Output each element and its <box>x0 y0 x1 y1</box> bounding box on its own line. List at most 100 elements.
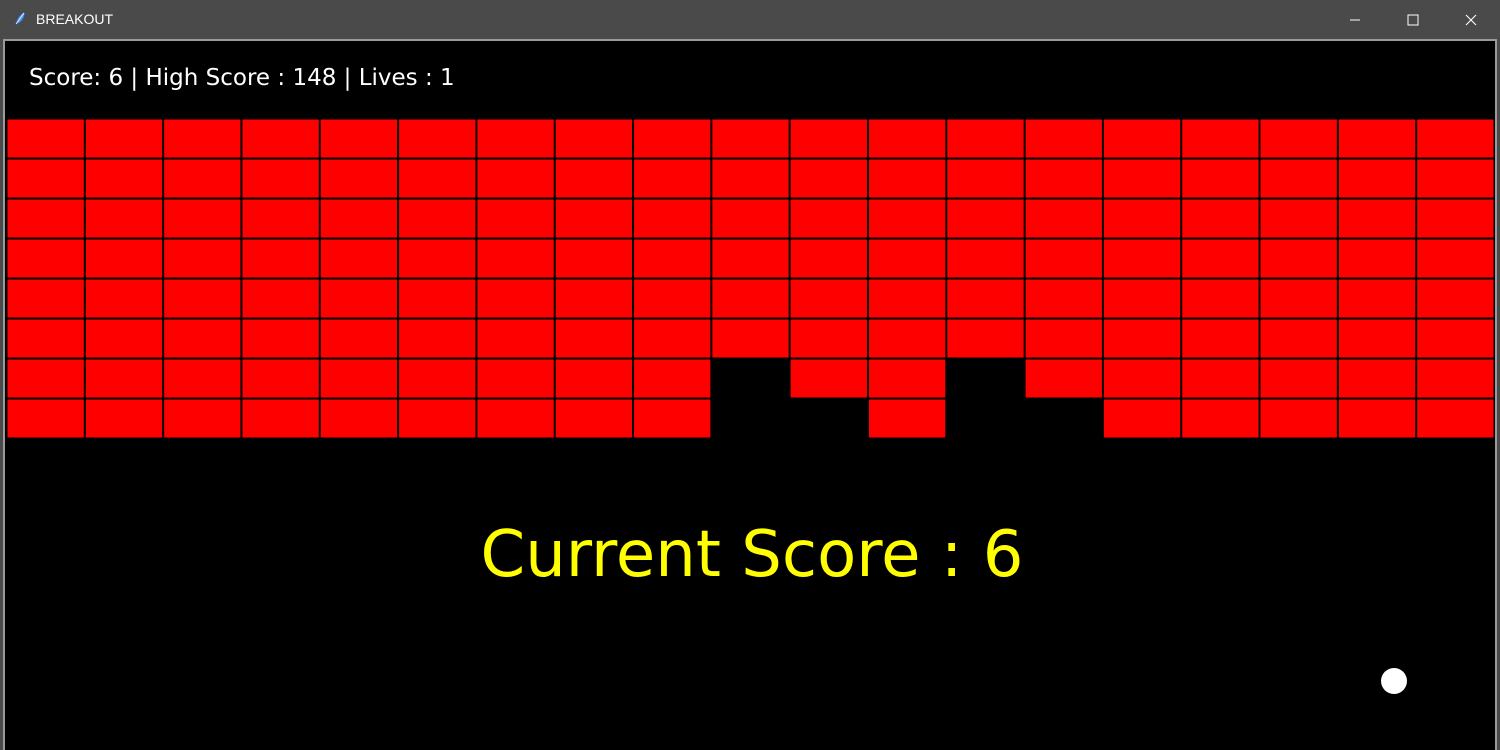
brick <box>163 398 242 439</box>
brick <box>398 398 477 439</box>
brick <box>711 318 790 359</box>
brick <box>554 118 634 159</box>
brick <box>1337 358 1417 399</box>
brick <box>633 358 712 399</box>
brick <box>319 398 399 439</box>
brick <box>946 158 1025 199</box>
brick <box>476 278 555 319</box>
brick <box>1416 398 1495 439</box>
maximize-button[interactable] <box>1384 0 1442 39</box>
brick <box>241 238 320 279</box>
brick <box>241 318 320 359</box>
brick <box>398 318 477 359</box>
brick <box>633 238 712 279</box>
brick <box>1102 118 1182 159</box>
brick <box>946 278 1025 319</box>
brick-wall <box>6 118 1495 439</box>
brick <box>319 238 399 279</box>
brick <box>867 238 947 279</box>
game-canvas[interactable]: Score: 6 | High Score : 148 | Lives : 1 … <box>3 39 1497 750</box>
brick <box>398 358 477 399</box>
brick <box>711 118 790 159</box>
brick <box>1259 198 1338 239</box>
brick <box>946 198 1025 239</box>
brick <box>633 398 712 439</box>
brick <box>789 198 868 239</box>
brick <box>398 238 477 279</box>
brick <box>1416 278 1495 319</box>
title-bar[interactable]: BREAKOUT <box>0 0 1500 39</box>
brick <box>6 318 85 359</box>
brick <box>711 238 790 279</box>
brick <box>163 118 242 159</box>
brick <box>711 158 790 199</box>
brick <box>84 118 164 159</box>
minimize-icon <box>1350 19 1360 20</box>
brick <box>554 278 634 319</box>
brick <box>633 278 712 319</box>
brick <box>476 198 555 239</box>
brick <box>867 278 947 319</box>
brick <box>84 158 164 199</box>
brick <box>1024 118 1103 159</box>
brick <box>554 238 634 279</box>
brick <box>1259 398 1338 439</box>
brick <box>1102 318 1182 359</box>
brick <box>1416 198 1495 239</box>
brick <box>789 238 868 279</box>
brick <box>554 158 634 199</box>
brick <box>1337 238 1417 279</box>
brick <box>1102 198 1182 239</box>
brick <box>789 358 868 399</box>
brick <box>946 118 1025 159</box>
brick <box>241 198 320 239</box>
brick <box>1102 278 1182 319</box>
brick <box>789 318 868 359</box>
brick <box>84 318 164 359</box>
brick <box>867 398 947 439</box>
brick <box>554 358 634 399</box>
close-icon <box>1465 14 1477 25</box>
minimize-button[interactable] <box>1326 0 1384 39</box>
game-window: BREAKOUT Score: 6 | High Score : 148 | L… <box>0 0 1500 750</box>
brick <box>319 158 399 199</box>
brick <box>476 398 555 439</box>
brick <box>1259 318 1338 359</box>
brick <box>1259 278 1338 319</box>
brick <box>84 398 164 439</box>
brick <box>1102 358 1182 399</box>
brick <box>1337 158 1417 199</box>
brick <box>633 198 712 239</box>
close-button[interactable] <box>1442 0 1500 39</box>
brick <box>1181 358 1260 399</box>
brick <box>1024 318 1103 359</box>
brick <box>241 158 320 199</box>
brick <box>1181 158 1260 199</box>
brick <box>789 158 868 199</box>
brick <box>1181 318 1260 359</box>
brick <box>6 118 85 159</box>
brick <box>1024 198 1103 239</box>
brick <box>241 398 320 439</box>
brick <box>398 278 477 319</box>
brick <box>319 278 399 319</box>
brick <box>867 158 947 199</box>
brick <box>1024 358 1103 399</box>
brick <box>1416 158 1495 199</box>
brick <box>1181 398 1260 439</box>
brick <box>554 398 634 439</box>
brick <box>84 278 164 319</box>
brick <box>1416 358 1495 399</box>
brick <box>398 198 477 239</box>
brick <box>476 158 555 199</box>
brick <box>163 358 242 399</box>
brick <box>1102 158 1182 199</box>
brick <box>946 318 1025 359</box>
brick <box>476 118 555 159</box>
brick <box>163 318 242 359</box>
brick <box>789 278 868 319</box>
brick <box>1337 318 1417 359</box>
brick <box>1259 238 1338 279</box>
brick <box>946 238 1025 279</box>
brick <box>163 278 242 319</box>
